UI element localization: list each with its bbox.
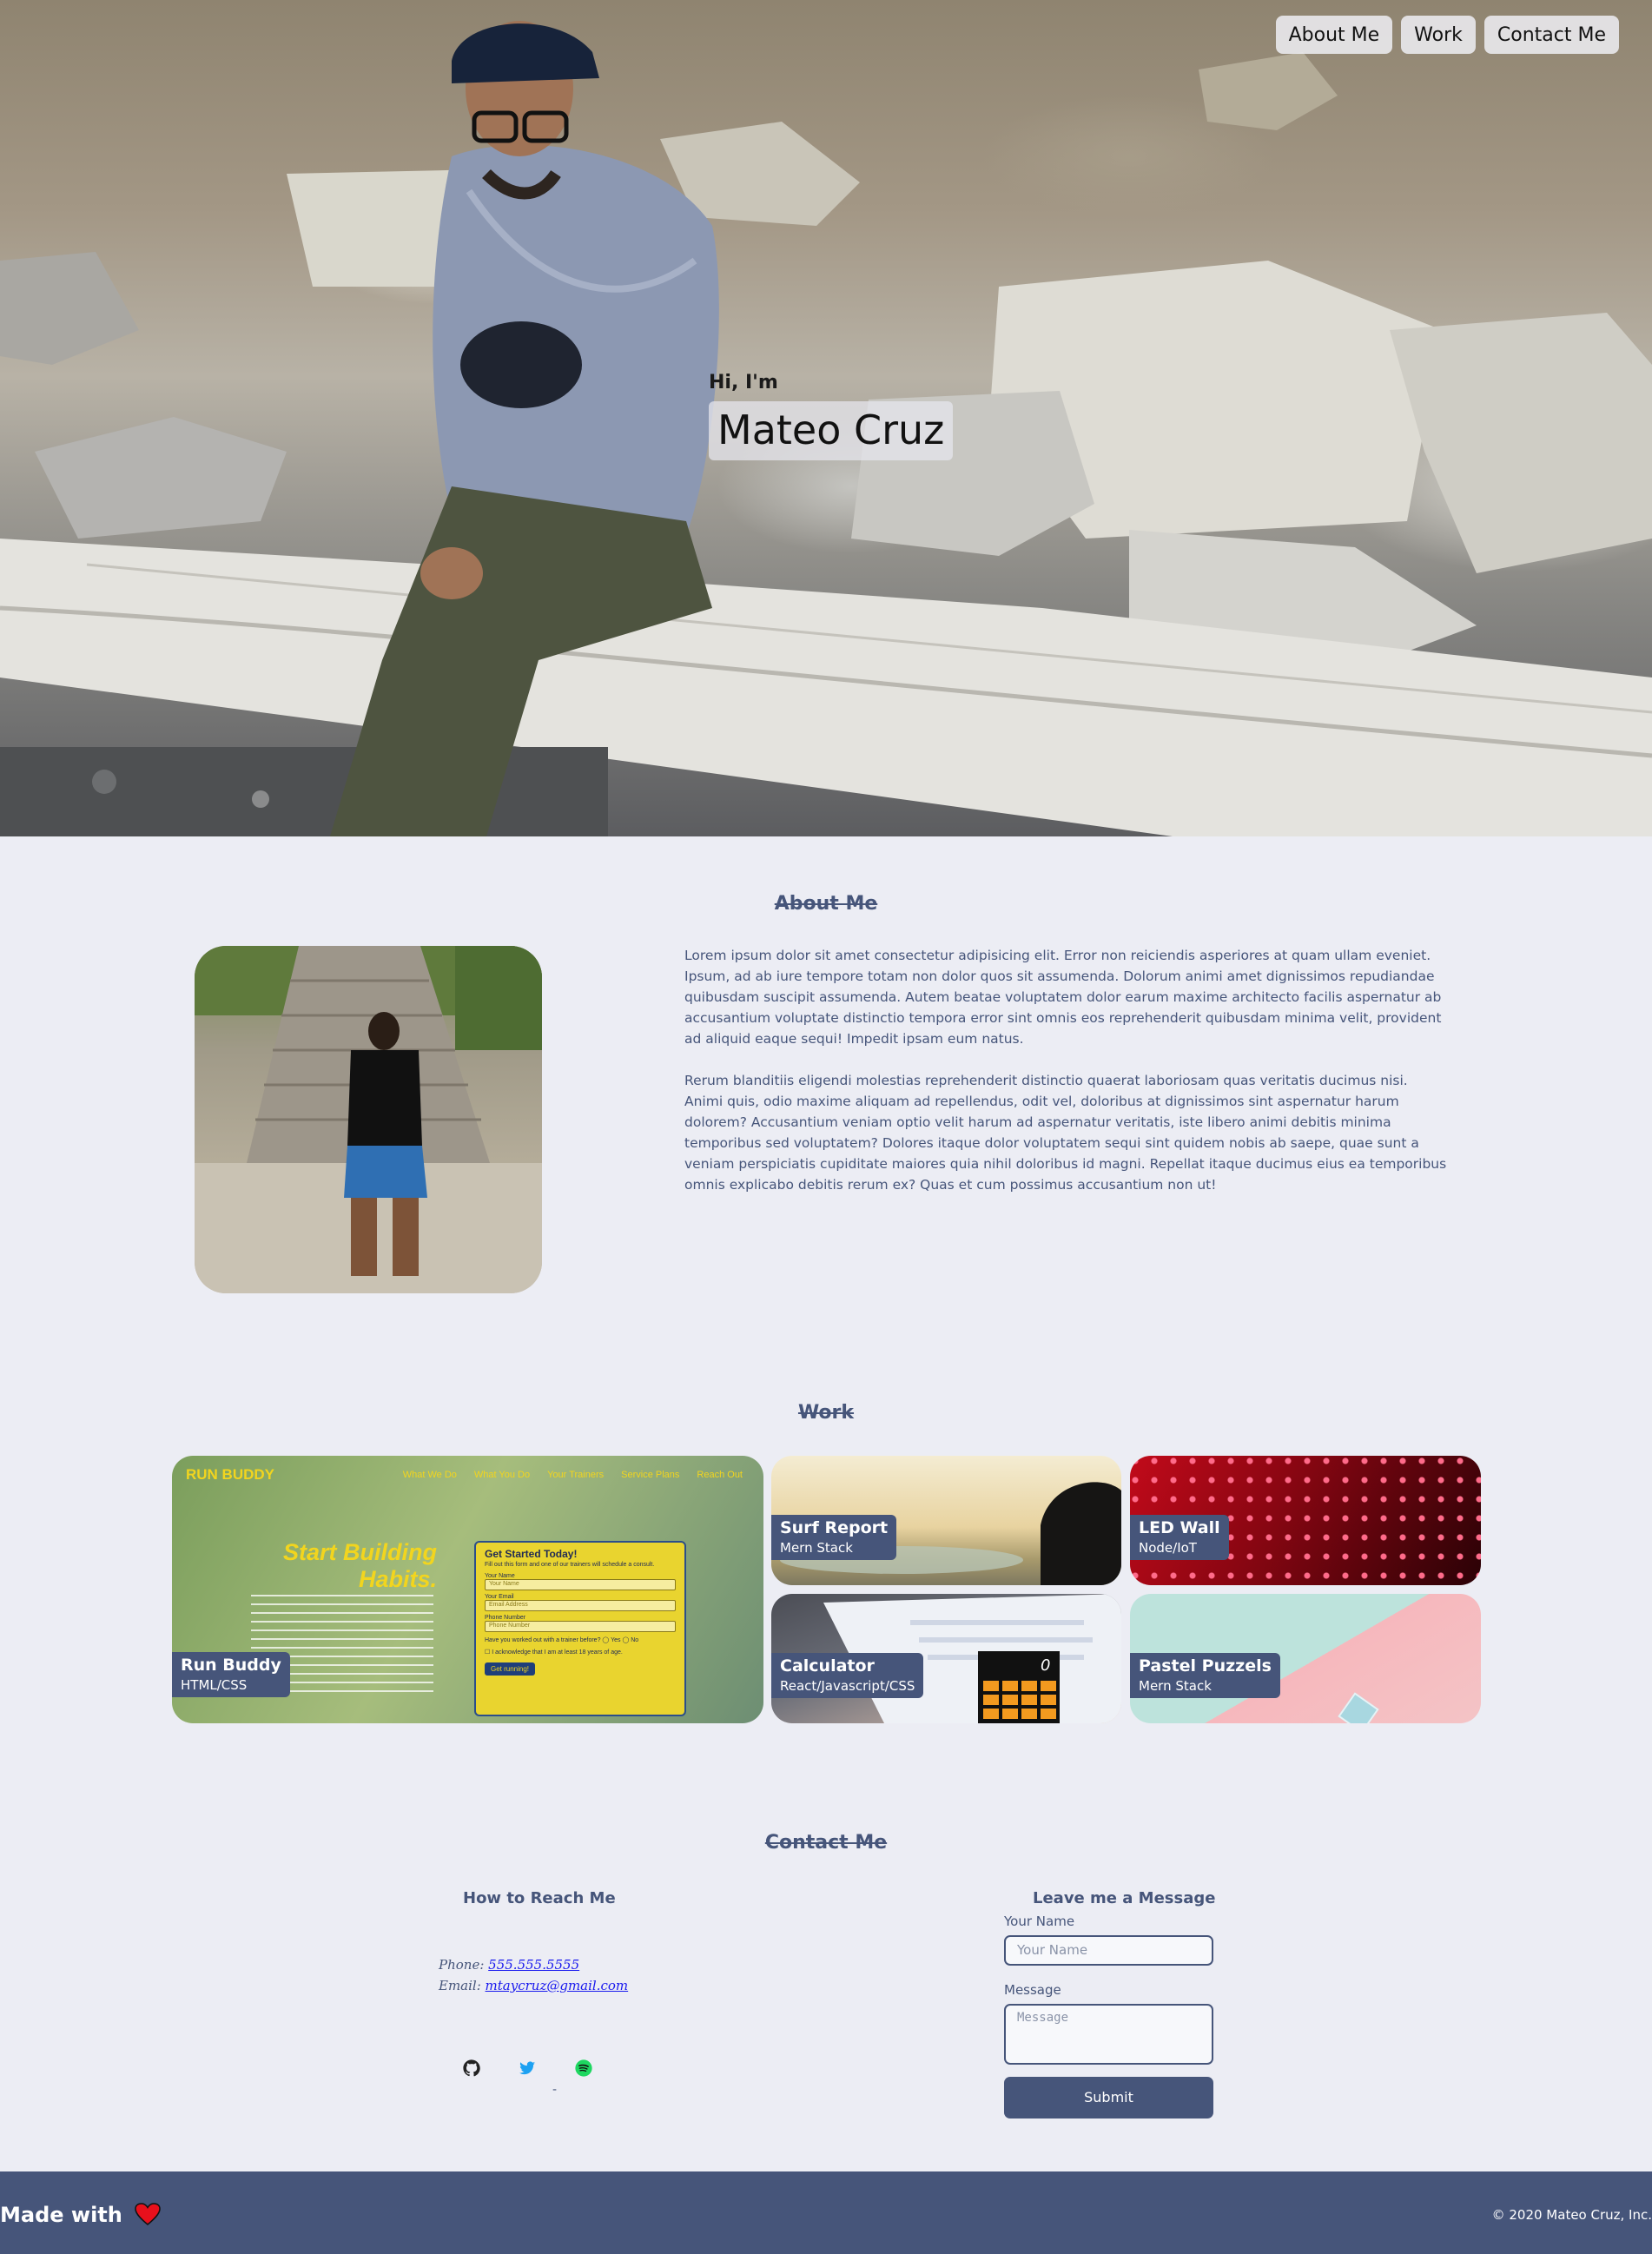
made-with-text: Made with — [0, 2203, 122, 2227]
project-stack: Node/IoT — [1139, 1540, 1197, 1556]
project-card-surf-report[interactable]: Surf Report Mern Stack — [771, 1456, 1121, 1585]
submit-button[interactable]: Submit — [1004, 2077, 1213, 2118]
project-title: Surf Report — [780, 1518, 889, 1537]
run-buddy-yes: Yes — [611, 1637, 621, 1643]
run-buddy-brand: RUN BUDDY — [186, 1466, 274, 1483]
run-buddy-name-input: Your Name — [485, 1579, 676, 1590]
project-stack: Mern Stack — [1139, 1678, 1212, 1694]
footer: Made with © 2020 Mateo Cruz, Inc. — [0, 2171, 1652, 2254]
made-with: Made with — [0, 2203, 161, 2227]
run-buddy-nav-item: Service Plans — [621, 1470, 680, 1480]
about-paragraph-1: Lorem ipsum dolor sit amet consectetur a… — [684, 948, 1442, 1047]
calculator-display: 0 — [1041, 1656, 1051, 1675]
run-buddy-form-sub: Fill out this form and one of our traine… — [485, 1562, 655, 1568]
run-buddy-phone-input: Phone Number — [485, 1621, 676, 1632]
run-buddy-email-label: Your Email — [485, 1594, 514, 1600]
nav-contact-me[interactable]: Contact Me — [1483, 16, 1619, 54]
run-buddy-question: Have you worked out with a trainer befor… — [485, 1637, 639, 1643]
run-buddy-headline-1: Start Building — [283, 1539, 437, 1565]
project-label-run-buddy: Run Buddy HTML/CSS — [172, 1652, 290, 1697]
project-card-calculator[interactable]: 0 Calculator React/Javascript/CSS — [771, 1594, 1121, 1723]
heart-icon — [135, 2203, 161, 2225]
run-buddy-no: No — [631, 1637, 639, 1643]
message-title: Leave me a Message — [1033, 1889, 1216, 1907]
project-stack: React/Javascript/CSS — [780, 1678, 915, 1694]
hero-intro: Hi, I'm — [709, 372, 778, 393]
github-icon[interactable] — [462, 2059, 481, 2078]
phone-label: Phone: — [439, 1957, 485, 1973]
run-buddy-nav-item: What We Do — [402, 1470, 457, 1480]
nav-work[interactable]: Work — [1401, 16, 1476, 54]
about-paragraph-2: Rerum blanditiis eligendi molestias repr… — [684, 1073, 1447, 1193]
social-divider: - — [552, 2083, 558, 2097]
hero-name: Mateo Cruz — [709, 401, 954, 460]
project-card-pastel-puzzels[interactable]: Pastel Puzzels Mern Stack — [1130, 1594, 1481, 1723]
contact-phone: Phone: 555.555.5555 — [439, 1957, 579, 1973]
reach-title: How to Reach Me — [463, 1889, 616, 1907]
run-buddy-ack-text: I acknowledge that I am at least 18 year… — [492, 1649, 623, 1656]
project-label-pastel-puzzels: Pastel Puzzels Mern Stack — [1130, 1653, 1280, 1698]
run-buddy-headline-2: Habits. — [358, 1566, 437, 1592]
project-card-led-wall[interactable]: LED Wall Node/IoT — [1130, 1456, 1481, 1585]
project-title: Calculator — [780, 1656, 875, 1676]
message-textarea[interactable]: Message — [1004, 2004, 1213, 2065]
phone-link[interactable]: 555.555.5555 — [488, 1957, 579, 1973]
puzzle-piece-image — [1338, 1692, 1379, 1723]
email-label: Email: — [439, 1978, 481, 1993]
run-buddy-question-text: Have you worked out with a trainer befor… — [485, 1637, 601, 1643]
name-field-label: Your Name — [1004, 1914, 1075, 1929]
about-photo — [195, 946, 542, 1293]
run-buddy-nav: What We Do What You Do Your Trainers Ser… — [403, 1470, 743, 1480]
run-buddy-form: Get Started Today! Fill out this form an… — [474, 1541, 686, 1716]
run-buddy-name-label: Your Name — [485, 1573, 515, 1579]
main-nav: About Me Work Contact Me — [1275, 16, 1619, 54]
run-buddy-cta: Get running! — [485, 1662, 536, 1676]
project-stack: Mern Stack — [780, 1540, 853, 1556]
spotify-icon[interactable] — [574, 2059, 593, 2078]
project-label-calculator: Calculator React/Javascript/CSS — [771, 1653, 924, 1698]
run-buddy-nav-item: What You Do — [473, 1470, 531, 1480]
run-buddy-nav-item: Reach Out — [697, 1470, 743, 1480]
project-label-surf-report: Surf Report Mern Stack — [771, 1515, 897, 1560]
hero-section: About Me Work Contact Me Hi, I'm Mateo C… — [0, 0, 1652, 836]
email-link[interactable]: mtaycruz@gmail.com — [486, 1978, 629, 1993]
project-title: Run Buddy — [181, 1656, 281, 1675]
run-buddy-form-title: Get Started Today! — [485, 1548, 578, 1560]
project-card-run-buddy[interactable]: RUN BUDDY What We Do What You Do Your Tr… — [172, 1456, 763, 1723]
project-stack: HTML/CSS — [181, 1677, 248, 1693]
message-field-label: Message — [1004, 1982, 1061, 1998]
project-title: Pastel Puzzels — [1139, 1656, 1272, 1676]
name-input[interactable]: Your Name — [1004, 1935, 1213, 1966]
project-title: LED Wall — [1139, 1518, 1220, 1537]
run-buddy-email-input: Email Address — [485, 1600, 676, 1611]
twitter-icon[interactable] — [518, 2059, 537, 2078]
run-buddy-ack: ☐ I acknowledge that I am at least 18 ye… — [485, 1649, 623, 1656]
run-buddy-phone-label: Phone Number — [485, 1615, 526, 1621]
work-title: Work — [797, 1402, 855, 1424]
run-buddy-headline: Start Building Habits. — [283, 1539, 437, 1593]
contact-email: Email: mtaycruz@gmail.com — [439, 1978, 628, 1993]
project-label-led-wall: LED Wall Node/IoT — [1130, 1515, 1229, 1560]
about-text: Lorem ipsum dolor sit amet consectetur a… — [684, 945, 1449, 1195]
run-buddy-nav-item: Your Trainers — [547, 1470, 605, 1480]
copyright: © 2020 Mateo Cruz, Inc. — [1491, 2207, 1652, 2223]
nav-about-me[interactable]: About Me — [1275, 16, 1393, 54]
about-title: About Me — [774, 893, 878, 915]
contact-title: Contact Me — [764, 1832, 888, 1854]
